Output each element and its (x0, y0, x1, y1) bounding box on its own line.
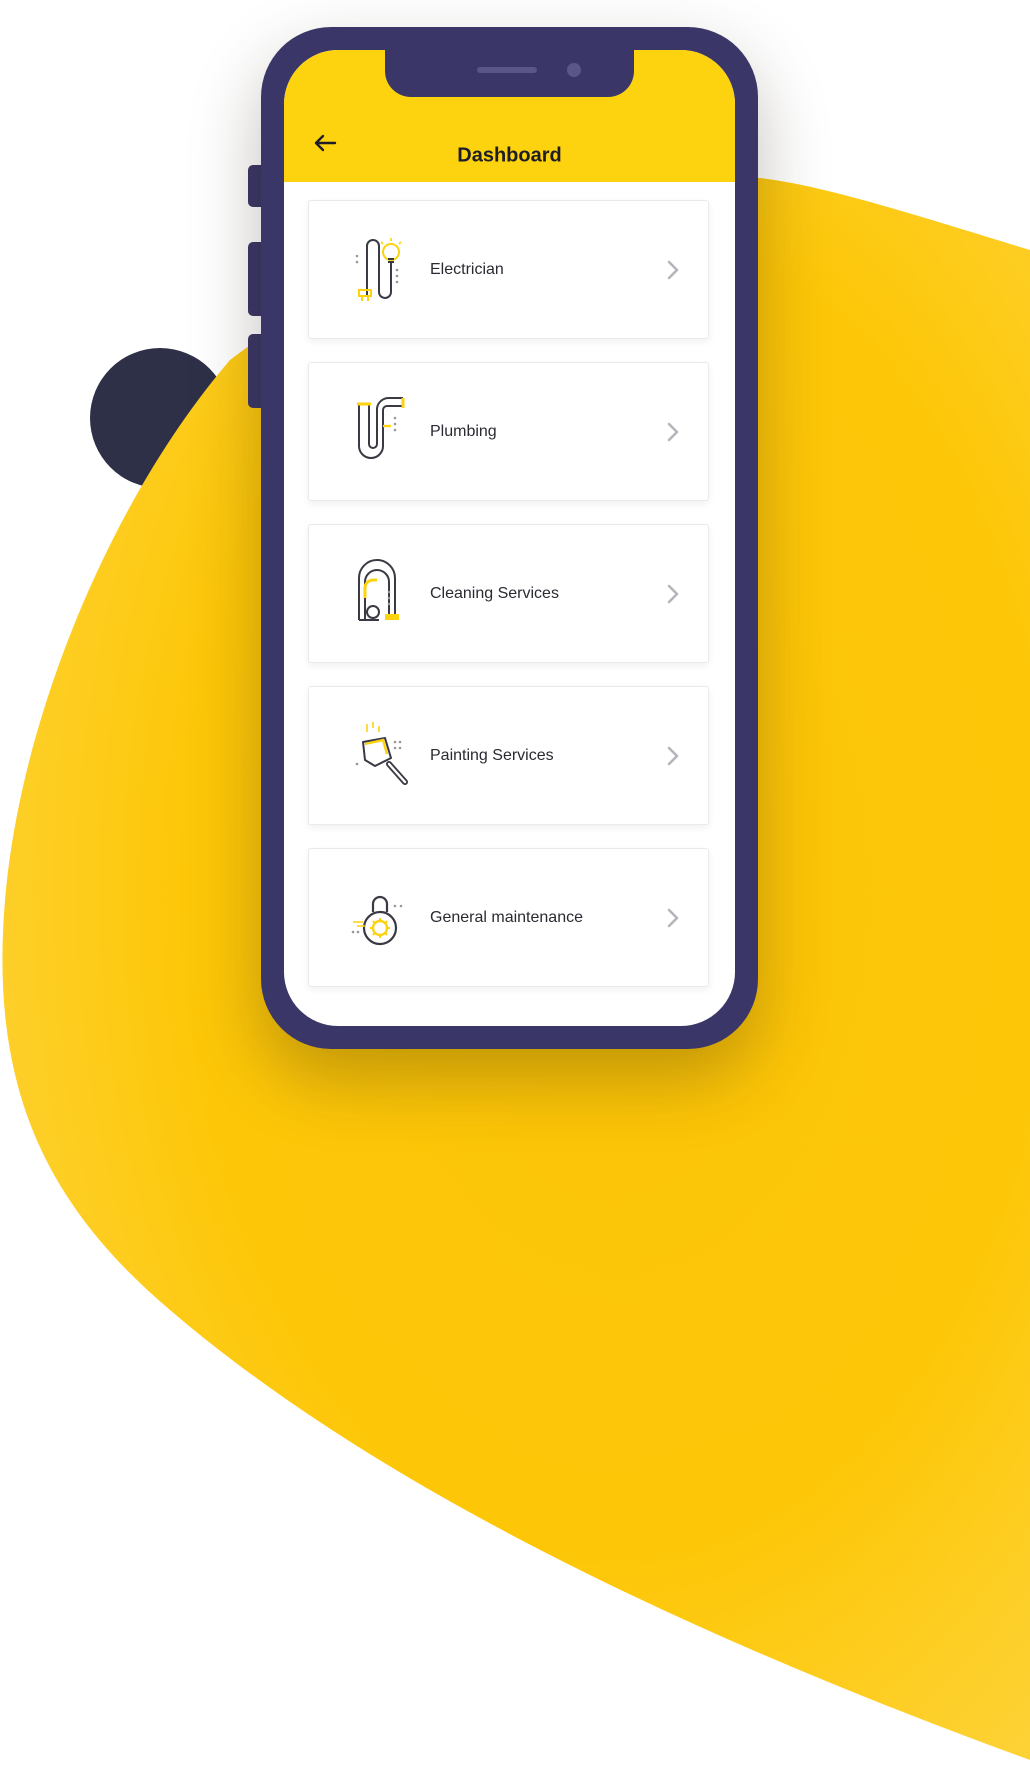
front-camera (567, 63, 581, 77)
phone-frame: Dashboard Electrician Plumbing Cleaning … (261, 27, 758, 1049)
phone-screen: Dashboard Electrician Plumbing Cleaning … (284, 50, 735, 1026)
page-title: Dashboard (457, 144, 562, 167)
chevron-right-icon (667, 584, 679, 603)
chevron-right-icon (667, 422, 679, 441)
chevron-right-icon (667, 908, 679, 927)
service-item-painting-services[interactable]: Painting Services (308, 686, 709, 825)
paint-trowel-icon (355, 722, 408, 785)
service-item-electrician[interactable]: Electrician (308, 200, 709, 339)
chevron-right-icon (667, 746, 679, 765)
gear-lock-icon (351, 895, 403, 946)
service-item-label: Cleaning Services (430, 584, 559, 602)
service-item-label: Painting Services (430, 746, 554, 764)
chevron-right-icon (667, 260, 679, 279)
service-item-label: Plumbing (430, 422, 497, 440)
service-item-label: Electrician (430, 260, 504, 278)
vacuum-cleaner-icon (358, 559, 399, 621)
phone-notch (385, 50, 634, 97)
service-item-cleaning-services[interactable]: Cleaning Services (308, 524, 709, 663)
service-item-label: General maintenance (430, 908, 583, 926)
service-item-plumbing[interactable]: Plumbing (308, 362, 709, 501)
speaker-grille (477, 67, 537, 73)
plumbing-icon (357, 396, 405, 459)
service-item-general-maintenance[interactable]: General maintenance (308, 848, 709, 987)
electrician-icon (355, 238, 402, 301)
service-list: Electrician Plumbing Cleaning Services P… (308, 200, 711, 1010)
